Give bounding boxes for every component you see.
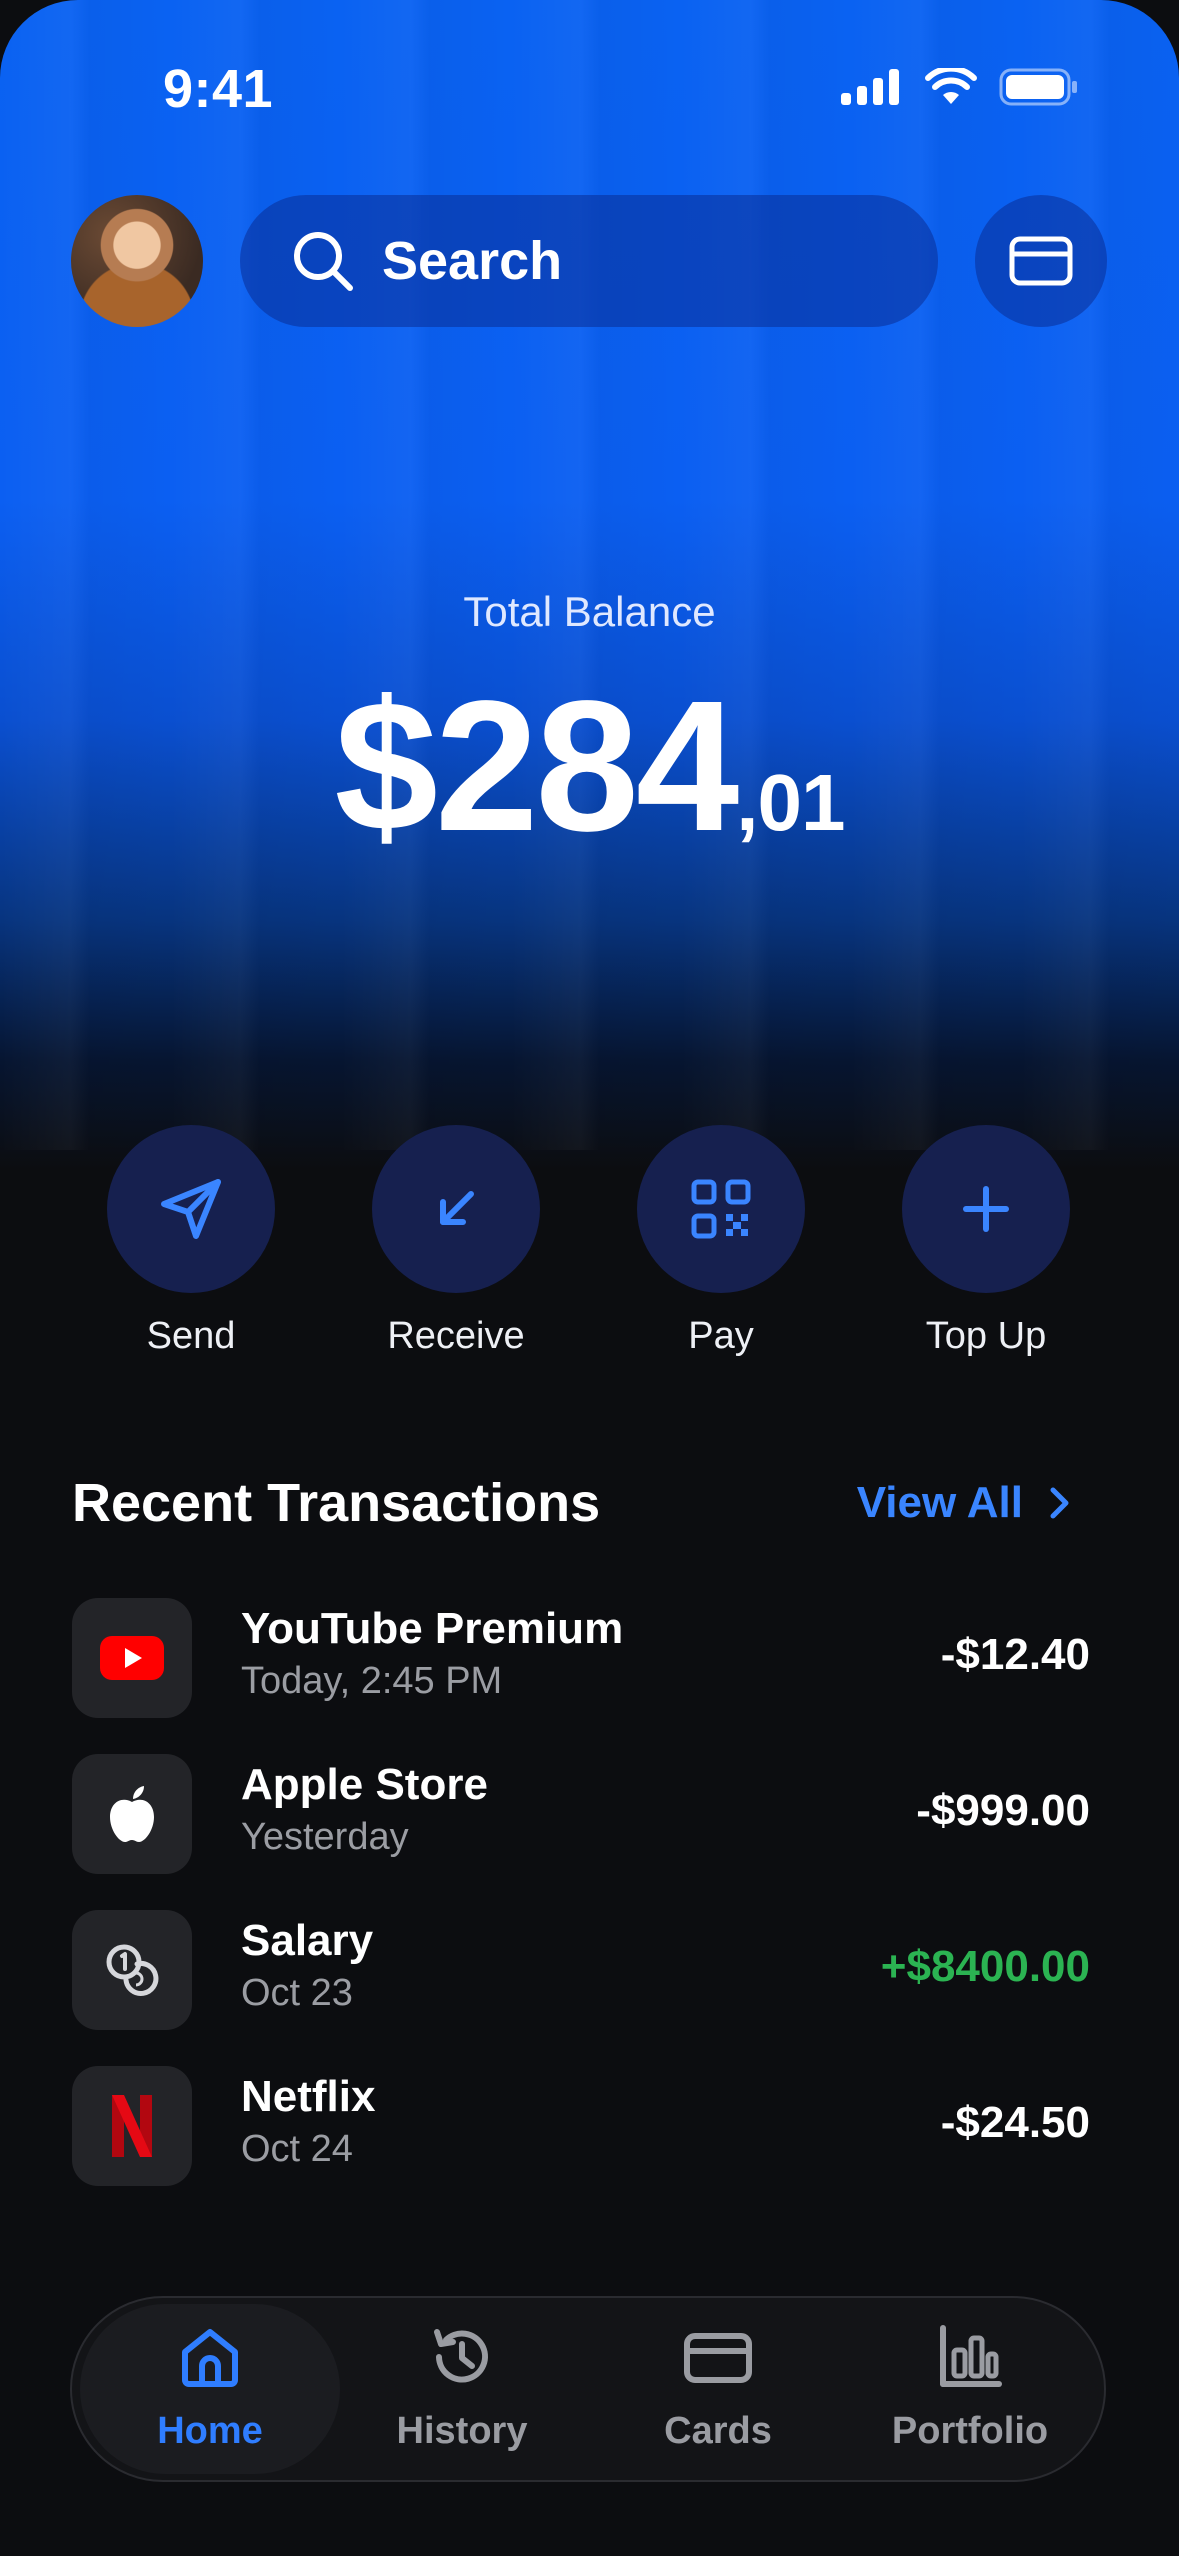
bar-chart-icon-wrap (840, 2324, 1100, 2394)
tab-portfolio[interactable]: Portfolio (840, 2298, 1100, 2480)
send-label: Send (146, 1315, 236, 1357)
status-time: 9:41 (163, 59, 274, 119)
card-icon-wrap (588, 2324, 848, 2394)
pay-button[interactable] (637, 1125, 805, 1293)
send-action[interactable]: Send (91, 1125, 291, 1358)
signal-icon (841, 69, 899, 105)
search-icon (294, 232, 353, 291)
apple-icon (110, 1786, 154, 1842)
tab-home-label: Home (157, 2410, 263, 2452)
topup-label: Top Up (925, 1315, 1047, 1357)
balance-main: $284 (334, 663, 740, 870)
search-placeholder: Search (382, 231, 563, 291)
transaction-name: Netflix (241, 2072, 376, 2121)
tab-history-label: History (396, 2410, 528, 2452)
home-screen: 9:41 Search Total Balance $284,01 Send R… (0, 0, 1179, 2556)
transaction-amount: -$12.40 (940, 1630, 1090, 1679)
coins-icon (106, 1944, 159, 1996)
battery-icon (999, 68, 1077, 106)
card-icon (1009, 236, 1073, 286)
bar-chart-icon (940, 2325, 1002, 2387)
home-icon-wrap (80, 2324, 340, 2394)
tab-cards[interactable]: Cards (588, 2298, 848, 2480)
status-bar: 9:41 (0, 0, 1179, 180)
search-bar[interactable]: Search (240, 195, 938, 327)
transaction-row[interactable]: Salary Oct 23 +$8400.00 (72, 1910, 1090, 2030)
transaction-row[interactable]: Apple Store Yesterday -$999.00 (72, 1754, 1090, 1874)
transaction-name: Salary (241, 1916, 374, 1965)
tab-portfolio-label: Portfolio (891, 2410, 1049, 2452)
avatar[interactable] (71, 195, 203, 327)
transaction-amount: -$999.00 (916, 1786, 1090, 1835)
youtube-icon (100, 1636, 164, 1680)
receive-label: Receive (387, 1315, 525, 1357)
status-icons (841, 68, 1079, 106)
transaction-date: Oct 24 (241, 2128, 353, 2170)
topup-action[interactable]: Top Up (886, 1125, 1086, 1358)
transaction-amount: +$8400.00 (880, 1942, 1090, 1991)
receive-action[interactable]: Receive (356, 1125, 556, 1358)
transaction-date: Yesterday (241, 1816, 409, 1858)
transaction-row[interactable]: YouTube Premium Today, 2:45 PM -$12.40 (72, 1598, 1090, 1718)
tab-cards-label: Cards (664, 2410, 772, 2452)
netflix-tile (72, 2066, 192, 2186)
quick-actions: Send Receive Pay Top Up (0, 1125, 1179, 1365)
card-icon (684, 2333, 752, 2383)
wifi-icon (925, 68, 977, 104)
history-icon (434, 2329, 488, 2383)
transaction-row[interactable]: Netflix Oct 24 -$24.50 (72, 2066, 1090, 2186)
view-all-link[interactable]: View All (857, 1478, 1071, 1528)
apple-tile (72, 1754, 192, 1874)
history-icon-wrap (332, 2324, 592, 2394)
recent-transactions-title: Recent Transactions (72, 1473, 601, 1533)
transaction-name: YouTube Premium (241, 1604, 624, 1653)
send-button[interactable] (107, 1125, 275, 1293)
balance-amount: $284,01 (0, 660, 1179, 873)
tab-bar: Home History Cards Portfolio (70, 2296, 1106, 2482)
send-icon (161, 1179, 221, 1239)
balance-cents: ,01 (736, 758, 845, 847)
cards-button[interactable] (975, 195, 1107, 327)
tab-history[interactable]: History (332, 2298, 592, 2480)
receive-button[interactable] (372, 1125, 540, 1293)
pay-action[interactable]: Pay (621, 1125, 821, 1358)
tab-home[interactable]: Home (80, 2304, 340, 2474)
qr-code-icon (691, 1179, 751, 1239)
topup-button[interactable] (902, 1125, 1070, 1293)
transaction-date: Today, 2:45 PM (241, 1660, 503, 1702)
plus-icon (963, 1186, 1009, 1232)
transaction-name: Apple Store (241, 1760, 488, 1809)
receive-arrow-icon (440, 1191, 474, 1225)
netflix-icon (112, 2095, 152, 2157)
home-icon (182, 2329, 238, 2387)
transaction-amount: -$24.50 (940, 2098, 1090, 2147)
youtube-tile (72, 1598, 192, 1718)
transaction-date: Oct 23 (241, 1972, 353, 2014)
balance-label: Total Balance (463, 588, 716, 635)
salary-tile (72, 1910, 192, 2030)
pay-label: Pay (688, 1315, 754, 1357)
view-all-label: View All (856, 1478, 1023, 1527)
chevron-right-icon (1050, 1487, 1069, 1519)
